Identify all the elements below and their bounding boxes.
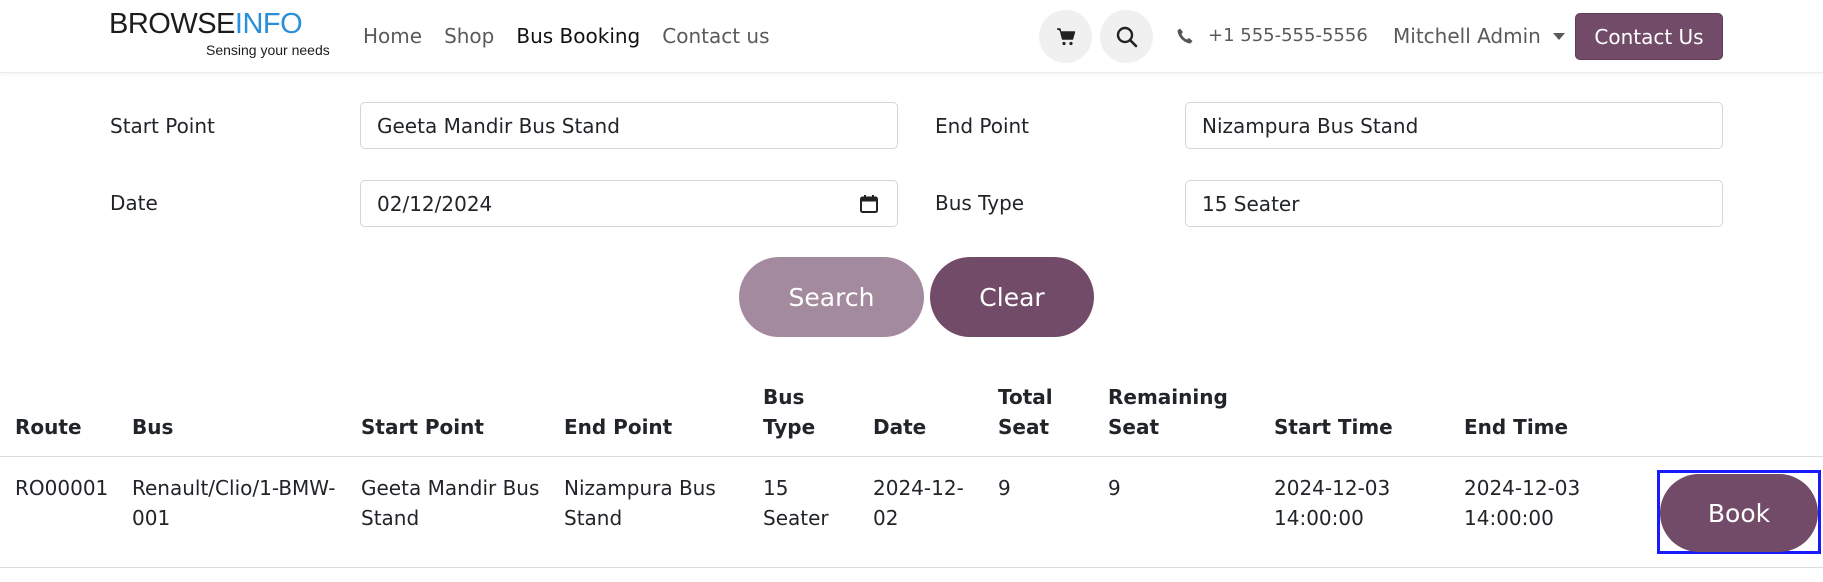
end-point-label: End Point (935, 114, 1030, 138)
user-menu[interactable]: Mitchell Admin (1393, 22, 1565, 50)
cell-start-point-line2: Stand (361, 506, 420, 530)
bus-type-field[interactable]: 15 Seater (1185, 180, 1723, 227)
col-bus-type-line1: Bus (763, 385, 805, 409)
phone-icon (1177, 28, 1193, 44)
col-date: Date (873, 415, 927, 439)
col-end-point: End Point (564, 415, 673, 439)
cell-remaining-seat: 9 (1108, 476, 1121, 500)
cell-start-point-line1: Geeta Mandir Bus (361, 476, 540, 500)
cell-total-seat: 9 (998, 476, 1011, 500)
cell-bus-line2: 001 (132, 506, 171, 530)
cell-route: RO00001 (15, 476, 109, 500)
search-icon (1116, 26, 1137, 47)
cell-date-line2: 02 (873, 506, 899, 530)
phone-contact[interactable]: +1 555-555-5556 (1176, 22, 1368, 50)
search-button[interactable] (1100, 10, 1153, 63)
date-label: Date (110, 191, 158, 215)
col-start-point: Start Point (361, 415, 484, 439)
col-bus: Bus (132, 415, 174, 439)
main-nav: Home Shop Bus Booking Contact us (363, 22, 792, 50)
book-button[interactable]: Book (1660, 474, 1818, 552)
table-row-divider (0, 567, 1823, 568)
nav-shop[interactable]: Shop (444, 22, 494, 50)
site-header: BROWSEINFO Sensing your needs Home Shop … (0, 0, 1823, 73)
contact-us-button[interactable]: Contact Us (1575, 13, 1723, 60)
col-remaining-seat-line2: Seat (1108, 415, 1160, 439)
col-remaining-seat-line1: Remaining (1108, 385, 1228, 409)
table-header-divider (0, 456, 1823, 457)
bus-type-label: Bus Type (935, 191, 1025, 215)
col-total-seat-line1: Total (998, 385, 1053, 409)
date-field[interactable]: 02/12/2024 (360, 180, 898, 227)
nav-contact-us[interactable]: Contact us (662, 22, 769, 50)
start-point-label: Start Point (110, 114, 215, 138)
cell-date-line1: 2024-12- (873, 476, 964, 500)
cell-bus-type-line1: 15 (763, 476, 789, 500)
phone-number: +1 555-555-5556 (1208, 25, 1368, 46)
browseinfo-logo[interactable]: BROWSEINFO Sensing your needs (109, 8, 330, 64)
nav-home[interactable]: Home (363, 22, 422, 50)
user-name: Mitchell Admin (1393, 24, 1541, 48)
cell-start-time-line1: 2024-12-03 (1274, 476, 1391, 500)
logo-tagline: Sensing your needs (206, 42, 330, 58)
chevron-down-icon (1552, 32, 1565, 40)
start-point-field[interactable]: Geeta Mandir Bus Stand (360, 102, 898, 149)
col-bus-type-line2: Type (763, 415, 816, 439)
cart-button[interactable] (1039, 10, 1092, 63)
cell-end-time-line2: 14:00:00 (1464, 506, 1554, 530)
cell-bus-line1: Renault/Clio/1-BMW- (132, 476, 336, 500)
col-route: Route (15, 415, 82, 439)
calendar-icon[interactable] (859, 194, 879, 214)
cart-icon (1056, 27, 1075, 45)
col-total-seat-line2: Seat (998, 415, 1050, 439)
cell-bus-type-line2: Seater (763, 506, 829, 530)
cell-end-point-line1: Nizampura Bus (564, 476, 716, 500)
logo-wordmark: BROWSEINFO (109, 8, 303, 40)
col-end-time: End Time (1464, 415, 1569, 439)
nav-bus-booking[interactable]: Bus Booking (516, 22, 640, 50)
cell-end-time-line1: 2024-12-03 (1464, 476, 1581, 500)
clear-button[interactable]: Clear (930, 257, 1094, 337)
cell-start-time-line2: 14:00:00 (1274, 506, 1364, 530)
search-button[interactable]: Search (739, 257, 924, 337)
col-start-time: Start Time (1274, 415, 1393, 439)
cell-end-point-line2: Stand (564, 506, 623, 530)
end-point-field[interactable]: Nizampura Bus Stand (1185, 102, 1723, 149)
